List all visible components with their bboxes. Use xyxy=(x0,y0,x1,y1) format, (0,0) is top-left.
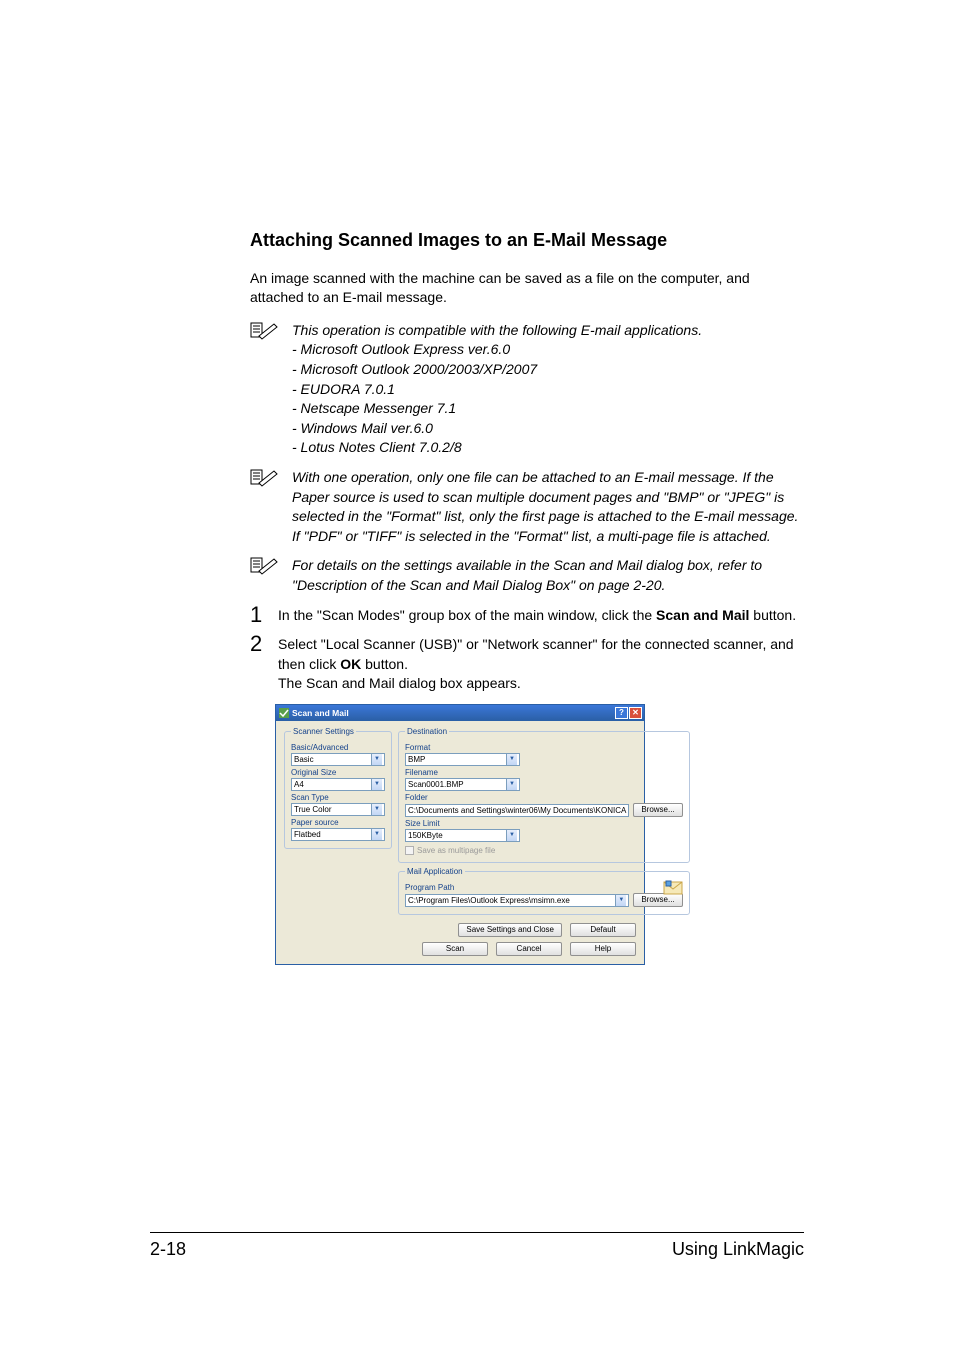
note-block: With one operation, only one file can be… xyxy=(250,468,804,546)
size-limit-label: Size Limit xyxy=(405,819,683,828)
step-number: 1 xyxy=(250,600,262,631)
destination-legend: Destination xyxy=(405,727,449,736)
scan-type-select[interactable]: True Color▼ xyxy=(291,803,385,816)
size-limit-select[interactable]: 150KByte▼ xyxy=(405,829,520,842)
scanner-settings-group: Scanner Settings Basic/Advanced Basic▼ O… xyxy=(284,727,392,849)
mail-application-legend: Mail Application xyxy=(405,867,465,876)
chevron-down-icon: ▼ xyxy=(371,779,382,790)
page-number: 2-18 xyxy=(150,1239,186,1260)
destination-group: Destination Format BMP▼ Filename Scan000… xyxy=(398,727,690,863)
paper-source-select[interactable]: Flatbed▼ xyxy=(291,828,385,841)
help-titlebar-button[interactable]: ? xyxy=(615,707,628,719)
note-icon xyxy=(250,321,286,341)
step-number: 2 xyxy=(250,629,262,660)
mail-application-group: Mail Application Program Path C:\Program… xyxy=(398,867,690,915)
help-button[interactable]: Help xyxy=(570,942,636,956)
filename-label: Filename xyxy=(405,768,683,777)
note-body: With one operation, only one file can be… xyxy=(286,468,804,546)
note-icon xyxy=(250,468,286,488)
app-icon xyxy=(279,708,289,718)
chevron-down-icon: ▼ xyxy=(371,829,382,840)
checkbox-icon xyxy=(405,846,414,855)
scan-and-mail-dialog: Scan and Mail ? ✕ Scanner Settings Basic… xyxy=(275,704,645,965)
close-titlebar-button[interactable]: ✕ xyxy=(629,707,642,719)
chevron-down-icon: ▼ xyxy=(506,754,517,765)
chevron-down-icon: ▼ xyxy=(615,895,626,906)
dialog-title: Scan and Mail xyxy=(292,708,349,718)
note-block: For details on the settings available in… xyxy=(250,556,804,595)
chevron-down-icon: ▼ xyxy=(506,779,517,790)
paper-source-label: Paper source xyxy=(291,818,385,827)
footer-section-title: Using LinkMagic xyxy=(672,1239,804,1260)
original-size-select[interactable]: A4▼ xyxy=(291,778,385,791)
intro-paragraph: An image scanned with the machine can be… xyxy=(250,269,804,307)
mail-icon xyxy=(663,879,683,895)
format-label: Format xyxy=(405,743,683,752)
folder-input[interactable]: C:\Documents and Settings\winter06\My Do… xyxy=(405,804,629,817)
program-path-label: Program Path xyxy=(405,883,683,892)
scanner-settings-legend: Scanner Settings xyxy=(291,727,356,736)
chevron-down-icon: ▼ xyxy=(506,830,517,841)
save-multipage-checkbox[interactable]: Save as multipage file xyxy=(405,846,683,855)
scan-button[interactable]: Scan xyxy=(422,942,488,956)
page-footer: 2-18 Using LinkMagic xyxy=(150,1232,804,1260)
program-path-select[interactable]: C:\Program Files\Outlook Express\msimn.e… xyxy=(405,894,629,907)
chevron-down-icon: ▼ xyxy=(371,754,382,765)
dialog-titlebar[interactable]: Scan and Mail ? ✕ xyxy=(276,705,644,721)
default-button[interactable]: Default xyxy=(570,923,636,937)
program-browse-button[interactable]: Browse... xyxy=(633,893,682,907)
chevron-down-icon: ▼ xyxy=(371,804,382,815)
section-title: Attaching Scanned Images to an E-Mail Me… xyxy=(250,230,804,251)
basic-advanced-label: Basic/Advanced xyxy=(291,743,385,752)
step-item: 1 In the "Scan Modes" group box of the m… xyxy=(250,606,804,626)
original-size-label: Original Size xyxy=(291,768,385,777)
format-select[interactable]: BMP▼ xyxy=(405,753,520,766)
note-icon xyxy=(250,556,286,576)
step-item: 2 Select "Local Scanner (USB)" or "Netwo… xyxy=(250,635,804,694)
save-settings-close-button[interactable]: Save Settings and Close xyxy=(458,923,562,937)
folder-browse-button[interactable]: Browse... xyxy=(633,803,682,817)
folder-label: Folder xyxy=(405,793,683,802)
note-body: For details on the settings available in… xyxy=(286,556,804,595)
note-block: This operation is compatible with the fo… xyxy=(250,321,804,458)
cancel-button[interactable]: Cancel xyxy=(496,942,562,956)
note-body: This operation is compatible with the fo… xyxy=(286,321,804,458)
filename-select[interactable]: Scan0001.BMP▼ xyxy=(405,778,520,791)
basic-advanced-select[interactable]: Basic▼ xyxy=(291,753,385,766)
scan-type-label: Scan Type xyxy=(291,793,385,802)
